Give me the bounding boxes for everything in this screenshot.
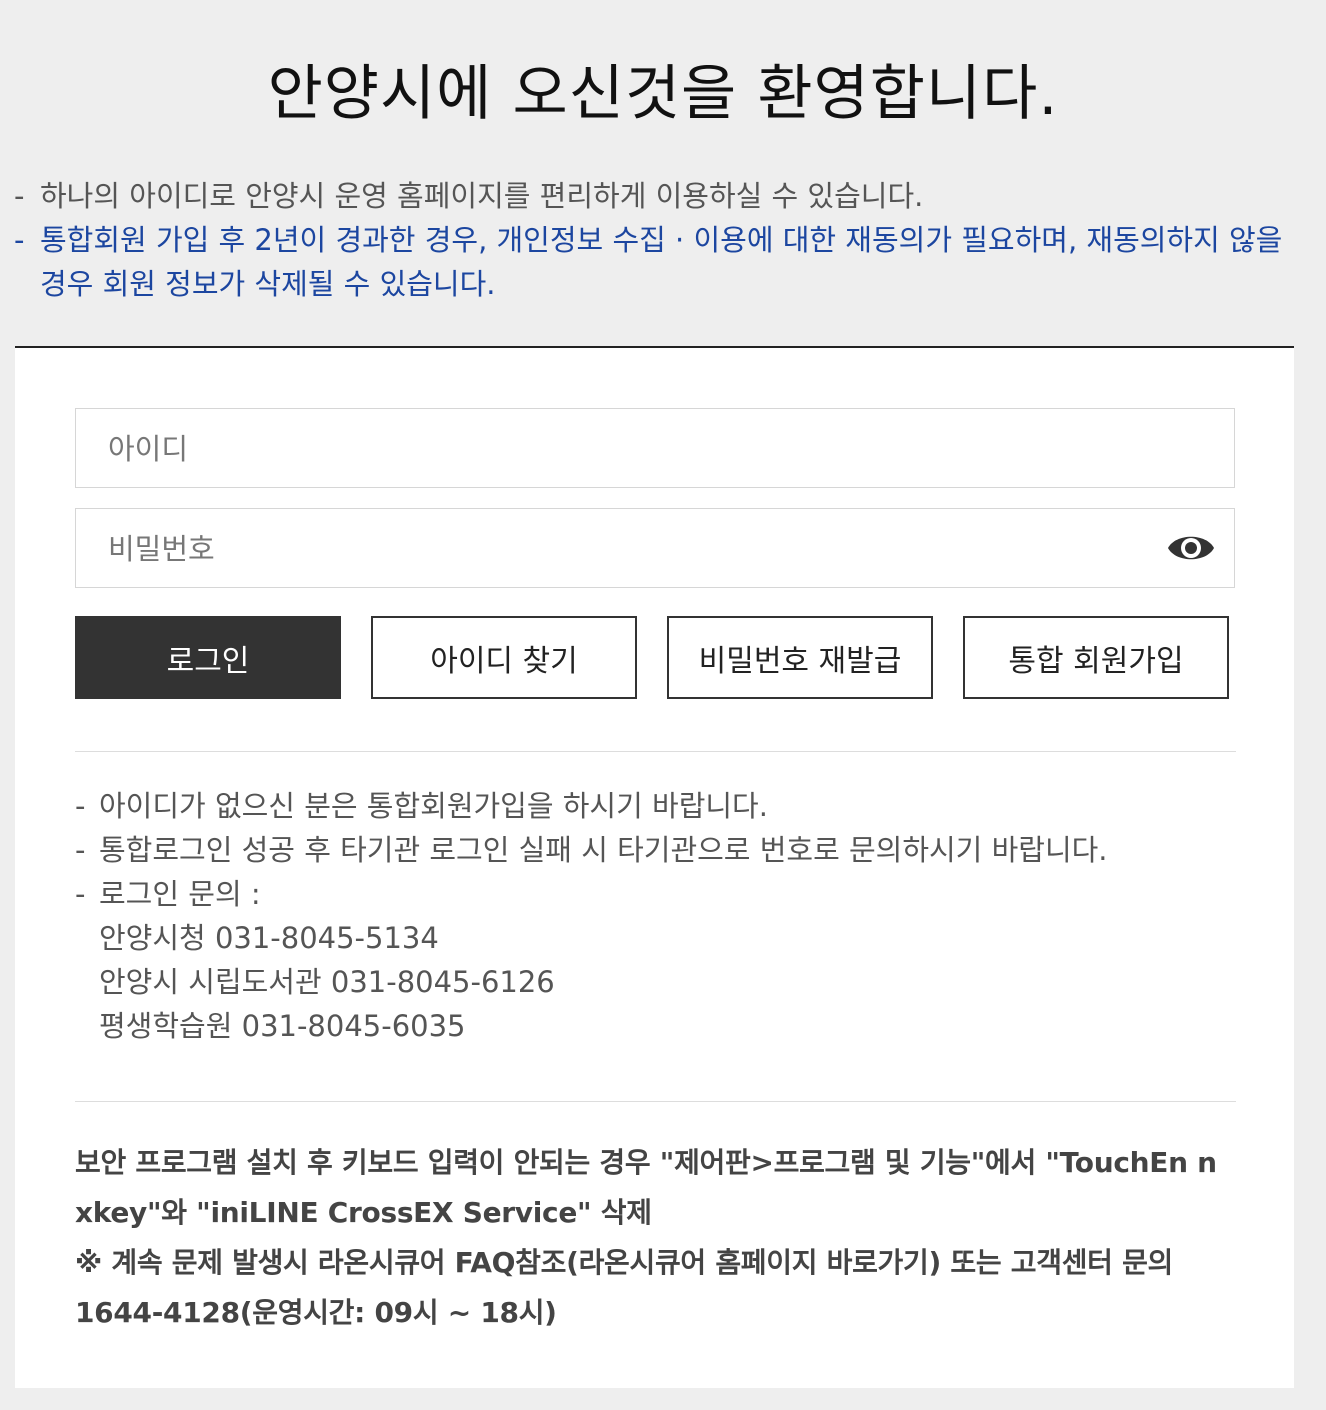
find-id-button[interactable]: 아이디 찾기 [371, 616, 637, 699]
notice-line-reconsent: 통합회원 가입 후 2년이 경과한 경우, 개인정보 수집 · 이용에 대한 재… [14, 218, 1294, 262]
info-line-other-agency: 통합로그인 성공 후 타기관 로그인 실패 시 타기관으로 번호로 문의하시기 … [75, 828, 1235, 872]
notice-line-reconsent-cont: 경우 회원 정보가 삭제될 수 있습니다. [40, 267, 496, 301]
contact-library: 안양시 시립도서관 031-8045-6126 [99, 965, 555, 999]
page-title: 안양시에 오신것을 환영합니다. [267, 59, 1059, 129]
info-line-signup: 아이디가 없으신 분은 통합회원가입을 하시기 바랍니다. [75, 784, 1235, 828]
notice-line-single-id: 하나의 아이디로 안양시 운영 홈페이지를 편리하게 이용하실 수 있습니다. [14, 174, 1294, 218]
security-line-4: 1644-4128(운영시간: 09시 ~ 18시) [75, 1296, 557, 1329]
divider [75, 1101, 1236, 1102]
security-line-2: xkey"와 "iniLINE CrossEX Service" 삭제 [75, 1196, 652, 1229]
contact-city-hall: 안양시청 031-8045-5134 [99, 921, 439, 955]
security-line-3: ※ 계속 문제 발생시 라온시큐어 FAQ참조(라온시큐어 홈페이지 바로가기)… [75, 1246, 1173, 1279]
login-info: 아이디가 없으신 분은 통합회원가입을 하시기 바랍니다. 통합로그인 성공 후… [75, 784, 1235, 1048]
contact-learning-center: 평생학습원 031-8045-6035 [99, 1009, 466, 1043]
password-input[interactable] [106, 509, 1160, 589]
login-button[interactable]: 로그인 [75, 616, 341, 699]
eye-icon[interactable] [1166, 524, 1216, 572]
signup-button[interactable]: 통합 회원가입 [963, 616, 1229, 699]
id-input[interactable] [106, 409, 1160, 489]
password-field [75, 508, 1235, 589]
security-notice: 보안 프로그램 설치 후 키보드 입력이 안되는 경우 "제어판>프로그램 및 … [75, 1138, 1240, 1338]
info-line-contact-title: 로그인 문의 : [75, 872, 1235, 916]
divider [75, 751, 1236, 752]
security-line-1: 보안 프로그램 설치 후 키보드 입력이 안되는 경우 "제어판>프로그램 및 … [75, 1146, 1217, 1179]
reset-password-button[interactable]: 비밀번호 재발급 [667, 616, 933, 699]
login-panel: 로그인 아이디 찾기 비밀번호 재발급 통합 회원가입 아이디가 없으신 분은 … [15, 346, 1294, 1388]
id-field [75, 408, 1235, 489]
notice-box: 하나의 아이디로 안양시 운영 홈페이지를 편리하게 이용하실 수 있습니다. … [14, 174, 1294, 306]
